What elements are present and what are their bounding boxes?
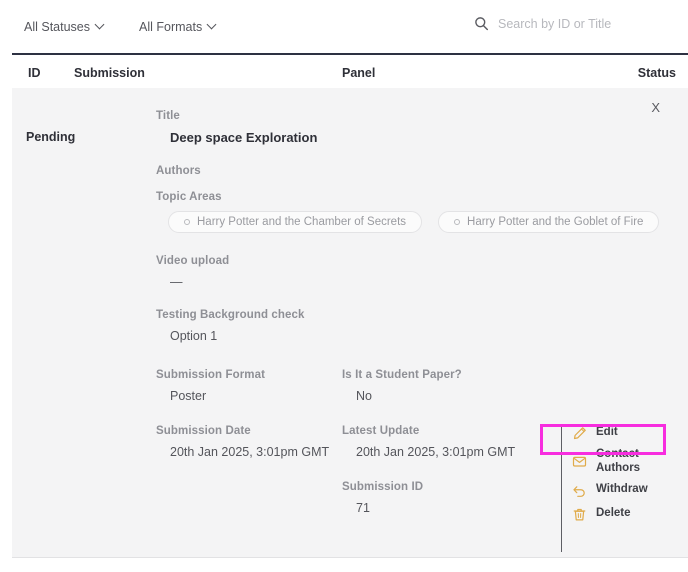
field-student-paper-label: Is It a Student Paper? <box>342 369 542 381</box>
action-contact-authors[interactable]: Contact Authors <box>568 445 678 478</box>
field-latest-update: Latest Update 20th Jan 2025, 3:01pm GMT <box>342 425 542 459</box>
action-withdraw[interactable]: Withdraw <box>568 478 678 502</box>
search-input[interactable] <box>498 17 678 31</box>
field-submission-date-value: 20th Jan 2025, 3:01pm GMT <box>156 445 331 459</box>
field-submission-date-label: Submission Date <box>156 425 331 437</box>
status-badge: Pending <box>26 130 75 144</box>
submission-detail-screen: All Statuses All Formats ID Submission P… <box>0 0 688 572</box>
chevron-down-icon <box>96 20 105 29</box>
field-video-upload-value: — <box>156 275 556 289</box>
detail-column-right: Is It a Student Paper? No Latest Update … <box>342 369 542 535</box>
field-submission-id: Submission ID 71 <box>342 481 542 515</box>
field-background-check: Testing Background check Option 1 <box>156 309 556 343</box>
field-submission-format-label: Submission Format <box>156 369 331 381</box>
filter-all-statuses[interactable]: All Statuses <box>24 20 105 34</box>
action-contact-authors-label: Contact Authors <box>596 448 674 475</box>
filter-all-formats-label: All Formats <box>139 20 202 34</box>
field-video-upload-label: Video upload <box>156 255 556 267</box>
topic-area-chip[interactable]: Harry Potter and the Chamber of Secrets <box>168 211 422 233</box>
field-submission-format: Submission Format Poster <box>156 369 331 403</box>
chevron-down-icon <box>208 20 217 29</box>
field-title-label: Title <box>156 110 556 122</box>
field-latest-update-label: Latest Update <box>342 425 542 437</box>
field-student-paper-value: No <box>342 389 542 403</box>
table-header-row: ID Submission Panel Status <box>12 53 688 88</box>
field-video-upload: Video upload — <box>156 255 556 289</box>
field-title-value: Deep space Exploration <box>156 130 556 145</box>
action-delete-label: Delete <box>596 507 631 521</box>
detail-fields: Title Deep space Exploration Authors Top… <box>156 110 556 529</box>
topic-area-chip[interactable]: Harry Potter and the Goblet of Fire <box>438 211 659 233</box>
filter-all-formats[interactable]: All Formats <box>139 20 217 34</box>
action-delete[interactable]: Delete <box>568 502 678 526</box>
trash-icon <box>572 507 587 522</box>
close-icon[interactable]: X <box>651 101 660 114</box>
field-background-check-value: Option 1 <box>156 329 556 343</box>
field-background-check-label: Testing Background check <box>156 309 556 321</box>
topic-area-chip-list: Harry Potter and the Chamber of Secrets … <box>156 211 556 233</box>
circle-icon <box>184 219 190 225</box>
undo-arrow-icon <box>572 483 587 498</box>
submission-detail-panel: Pending X Title Deep space Exploration A… <box>12 88 688 558</box>
action-withdraw-label: Withdraw <box>596 483 648 497</box>
detail-column-left: Submission Format Poster Submission Date… <box>156 369 331 479</box>
field-topic-areas-label: Topic Areas <box>156 191 556 203</box>
topic-area-chip-label: Harry Potter and the Goblet of Fire <box>467 216 643 228</box>
topic-area-chip-label: Harry Potter and the Chamber of Secrets <box>197 216 406 228</box>
search-box[interactable] <box>474 16 678 31</box>
action-menu: Edit Contact Authors Withdraw <box>568 421 678 526</box>
field-latest-update-value: 20th Jan 2025, 3:01pm GMT <box>342 445 542 459</box>
action-menu-divider <box>561 425 562 552</box>
pencil-icon <box>572 426 587 441</box>
column-header-status[interactable]: Status <box>638 66 676 80</box>
envelope-icon <box>572 454 587 469</box>
detail-two-column-section: Submission Format Poster Submission Date… <box>156 369 556 529</box>
field-submission-format-value: Poster <box>156 389 331 403</box>
column-header-id[interactable]: ID <box>28 66 41 80</box>
column-header-submission[interactable]: Submission <box>74 66 145 80</box>
field-student-paper: Is It a Student Paper? No <box>342 369 542 403</box>
field-title: Title Deep space Exploration <box>156 110 556 145</box>
field-authors: Authors <box>156 165 556 177</box>
circle-icon <box>454 219 460 225</box>
search-icon <box>474 16 489 31</box>
field-submission-id-value: 71 <box>342 501 542 515</box>
action-edit-label: Edit <box>596 426 618 440</box>
field-submission-id-label: Submission ID <box>342 481 542 493</box>
action-edit[interactable]: Edit <box>568 421 678 445</box>
column-header-panel[interactable]: Panel <box>342 66 375 80</box>
field-topic-areas: Topic Areas Harry Potter and the Chamber… <box>156 191 556 233</box>
field-authors-label: Authors <box>156 165 556 177</box>
field-submission-date: Submission Date 20th Jan 2025, 3:01pm GM… <box>156 425 331 459</box>
filter-all-statuses-label: All Statuses <box>24 20 90 34</box>
